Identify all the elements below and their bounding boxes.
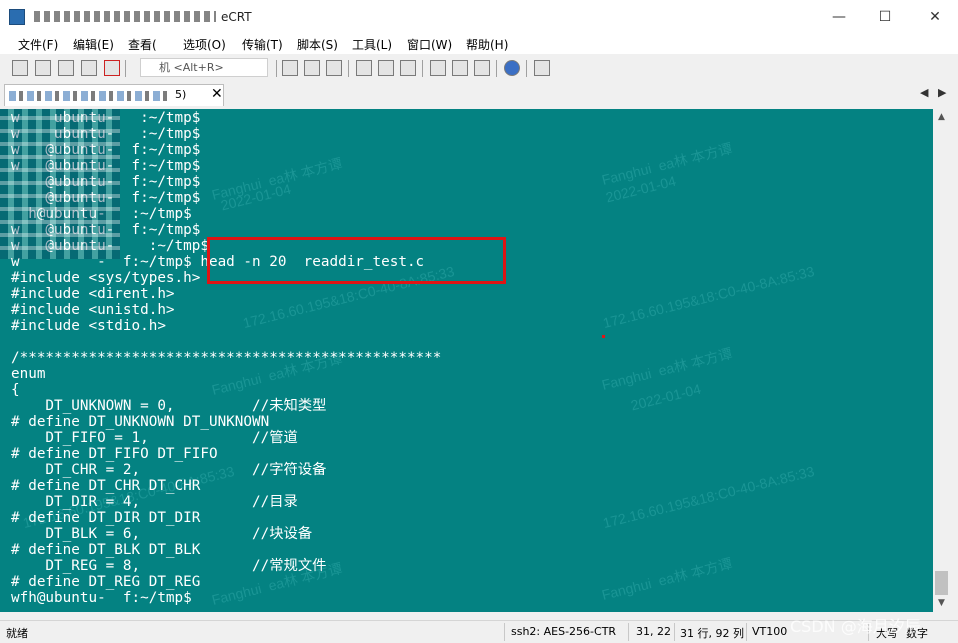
csdn-watermark: CSDN @海月汐辰 bbox=[790, 617, 921, 636]
print-setup-icon[interactable] bbox=[356, 60, 372, 76]
menu-window[interactable]: 窗口(W) bbox=[407, 36, 452, 53]
session-tab-label: 5) bbox=[175, 88, 187, 101]
help-icon[interactable] bbox=[504, 60, 520, 76]
paste-icon[interactable] bbox=[304, 60, 320, 76]
print-screen-icon[interactable] bbox=[400, 60, 416, 76]
scroll-down-icon[interactable]: ▼ bbox=[933, 595, 950, 612]
command-highlight-box bbox=[207, 237, 506, 284]
copy-icon[interactable] bbox=[282, 60, 298, 76]
title-bar: eCRT — ☐ ✕ bbox=[0, 0, 958, 34]
session-tab[interactable]: 5) ✕ bbox=[4, 84, 224, 106]
status-ready: 就绪 bbox=[6, 627, 28, 640]
watermark-text: Fanghui ea林 本方谭 bbox=[600, 555, 734, 603]
menu-edit[interactable]: 编辑(E) bbox=[73, 36, 114, 53]
quick-connect-field[interactable]: 机 <Alt+R> bbox=[140, 58, 268, 77]
status-separator bbox=[674, 623, 675, 641]
menu-tools[interactable]: 工具(L) bbox=[352, 36, 392, 53]
menu-options[interactable]: 选项(O) bbox=[183, 36, 226, 53]
menu-file[interactable]: 文件(F) bbox=[18, 36, 58, 53]
tab-scroll-right-icon[interactable]: ▶ bbox=[938, 86, 946, 99]
toolbar-separator bbox=[125, 60, 126, 77]
quick-connect-icon[interactable] bbox=[35, 60, 51, 76]
status-terminal-type: VT100 bbox=[752, 625, 788, 638]
connect-in-tab-icon[interactable] bbox=[58, 60, 74, 76]
menu-script[interactable]: 脚本(S) bbox=[297, 36, 338, 53]
disconnect-icon[interactable] bbox=[104, 60, 120, 76]
redacted-prompts bbox=[0, 109, 120, 259]
maximize-button[interactable]: ☐ bbox=[862, 0, 908, 34]
redacted-session-name bbox=[9, 91, 169, 101]
menu-bar: 文件(F) 编辑(E) 查看( 选项(O) 传输(T) 脚本(S) 工具(L) … bbox=[0, 34, 958, 54]
menu-transfer[interactable]: 传输(T) bbox=[242, 36, 283, 53]
securecrt-app-icon[interactable] bbox=[9, 9, 25, 25]
keymap-icon[interactable] bbox=[474, 60, 490, 76]
session-options-icon[interactable] bbox=[430, 60, 446, 76]
reconnect-icon[interactable] bbox=[81, 60, 97, 76]
status-separator bbox=[746, 623, 747, 641]
tab-scroll-left-icon[interactable]: ◀ bbox=[920, 86, 928, 99]
sftp-icon[interactable] bbox=[534, 60, 550, 76]
status-separator bbox=[628, 623, 629, 641]
watermark-text: Fanghui ea林 本方谭 bbox=[600, 345, 734, 393]
status-cursor-position: 31, 22 bbox=[636, 625, 671, 638]
tab-close-icon[interactable]: ✕ bbox=[211, 86, 223, 102]
watermark-ip: 172.16.60.195&18:C0-40-8A:85:33 bbox=[601, 262, 816, 332]
connect-icon[interactable] bbox=[12, 60, 28, 76]
red-marker-dot bbox=[602, 335, 605, 338]
find-icon[interactable] bbox=[326, 60, 342, 76]
toolbar-separator bbox=[422, 60, 423, 77]
toolbar-separator bbox=[526, 60, 527, 77]
window-title: eCRT bbox=[221, 10, 252, 24]
menu-view[interactable]: 查看( bbox=[128, 36, 157, 53]
toolbar-separator bbox=[348, 60, 349, 77]
watermark-ip: 172.16.60.195&18:C0-40-8A:85:33 bbox=[601, 462, 816, 532]
scroll-thumb[interactable] bbox=[935, 571, 948, 595]
global-options-icon[interactable] bbox=[452, 60, 468, 76]
session-tab-bar: 5) ✕ bbox=[0, 84, 958, 106]
close-button[interactable]: ✕ bbox=[912, 0, 958, 34]
status-separator bbox=[504, 623, 505, 641]
terminal-screen[interactable]: Fanghui ea林 本方谭 Fanghui ea林 本方谭 2022-01-… bbox=[0, 109, 933, 612]
toolbar-separator bbox=[276, 60, 277, 77]
minimize-button[interactable]: — bbox=[816, 0, 862, 34]
terminal-scrollbar[interactable]: ▲ ▼ bbox=[933, 109, 950, 612]
window-right-border bbox=[950, 84, 958, 624]
print-icon[interactable] bbox=[378, 60, 394, 76]
status-rows-cols: 31 行, 92 列 bbox=[680, 627, 744, 640]
redacted-title bbox=[34, 11, 216, 22]
scroll-up-icon[interactable]: ▲ bbox=[933, 109, 950, 126]
menu-help[interactable]: 帮助(H) bbox=[466, 36, 508, 53]
toolbar-separator bbox=[496, 60, 497, 77]
status-cipher: ssh2: AES-256-CTR bbox=[511, 625, 617, 638]
